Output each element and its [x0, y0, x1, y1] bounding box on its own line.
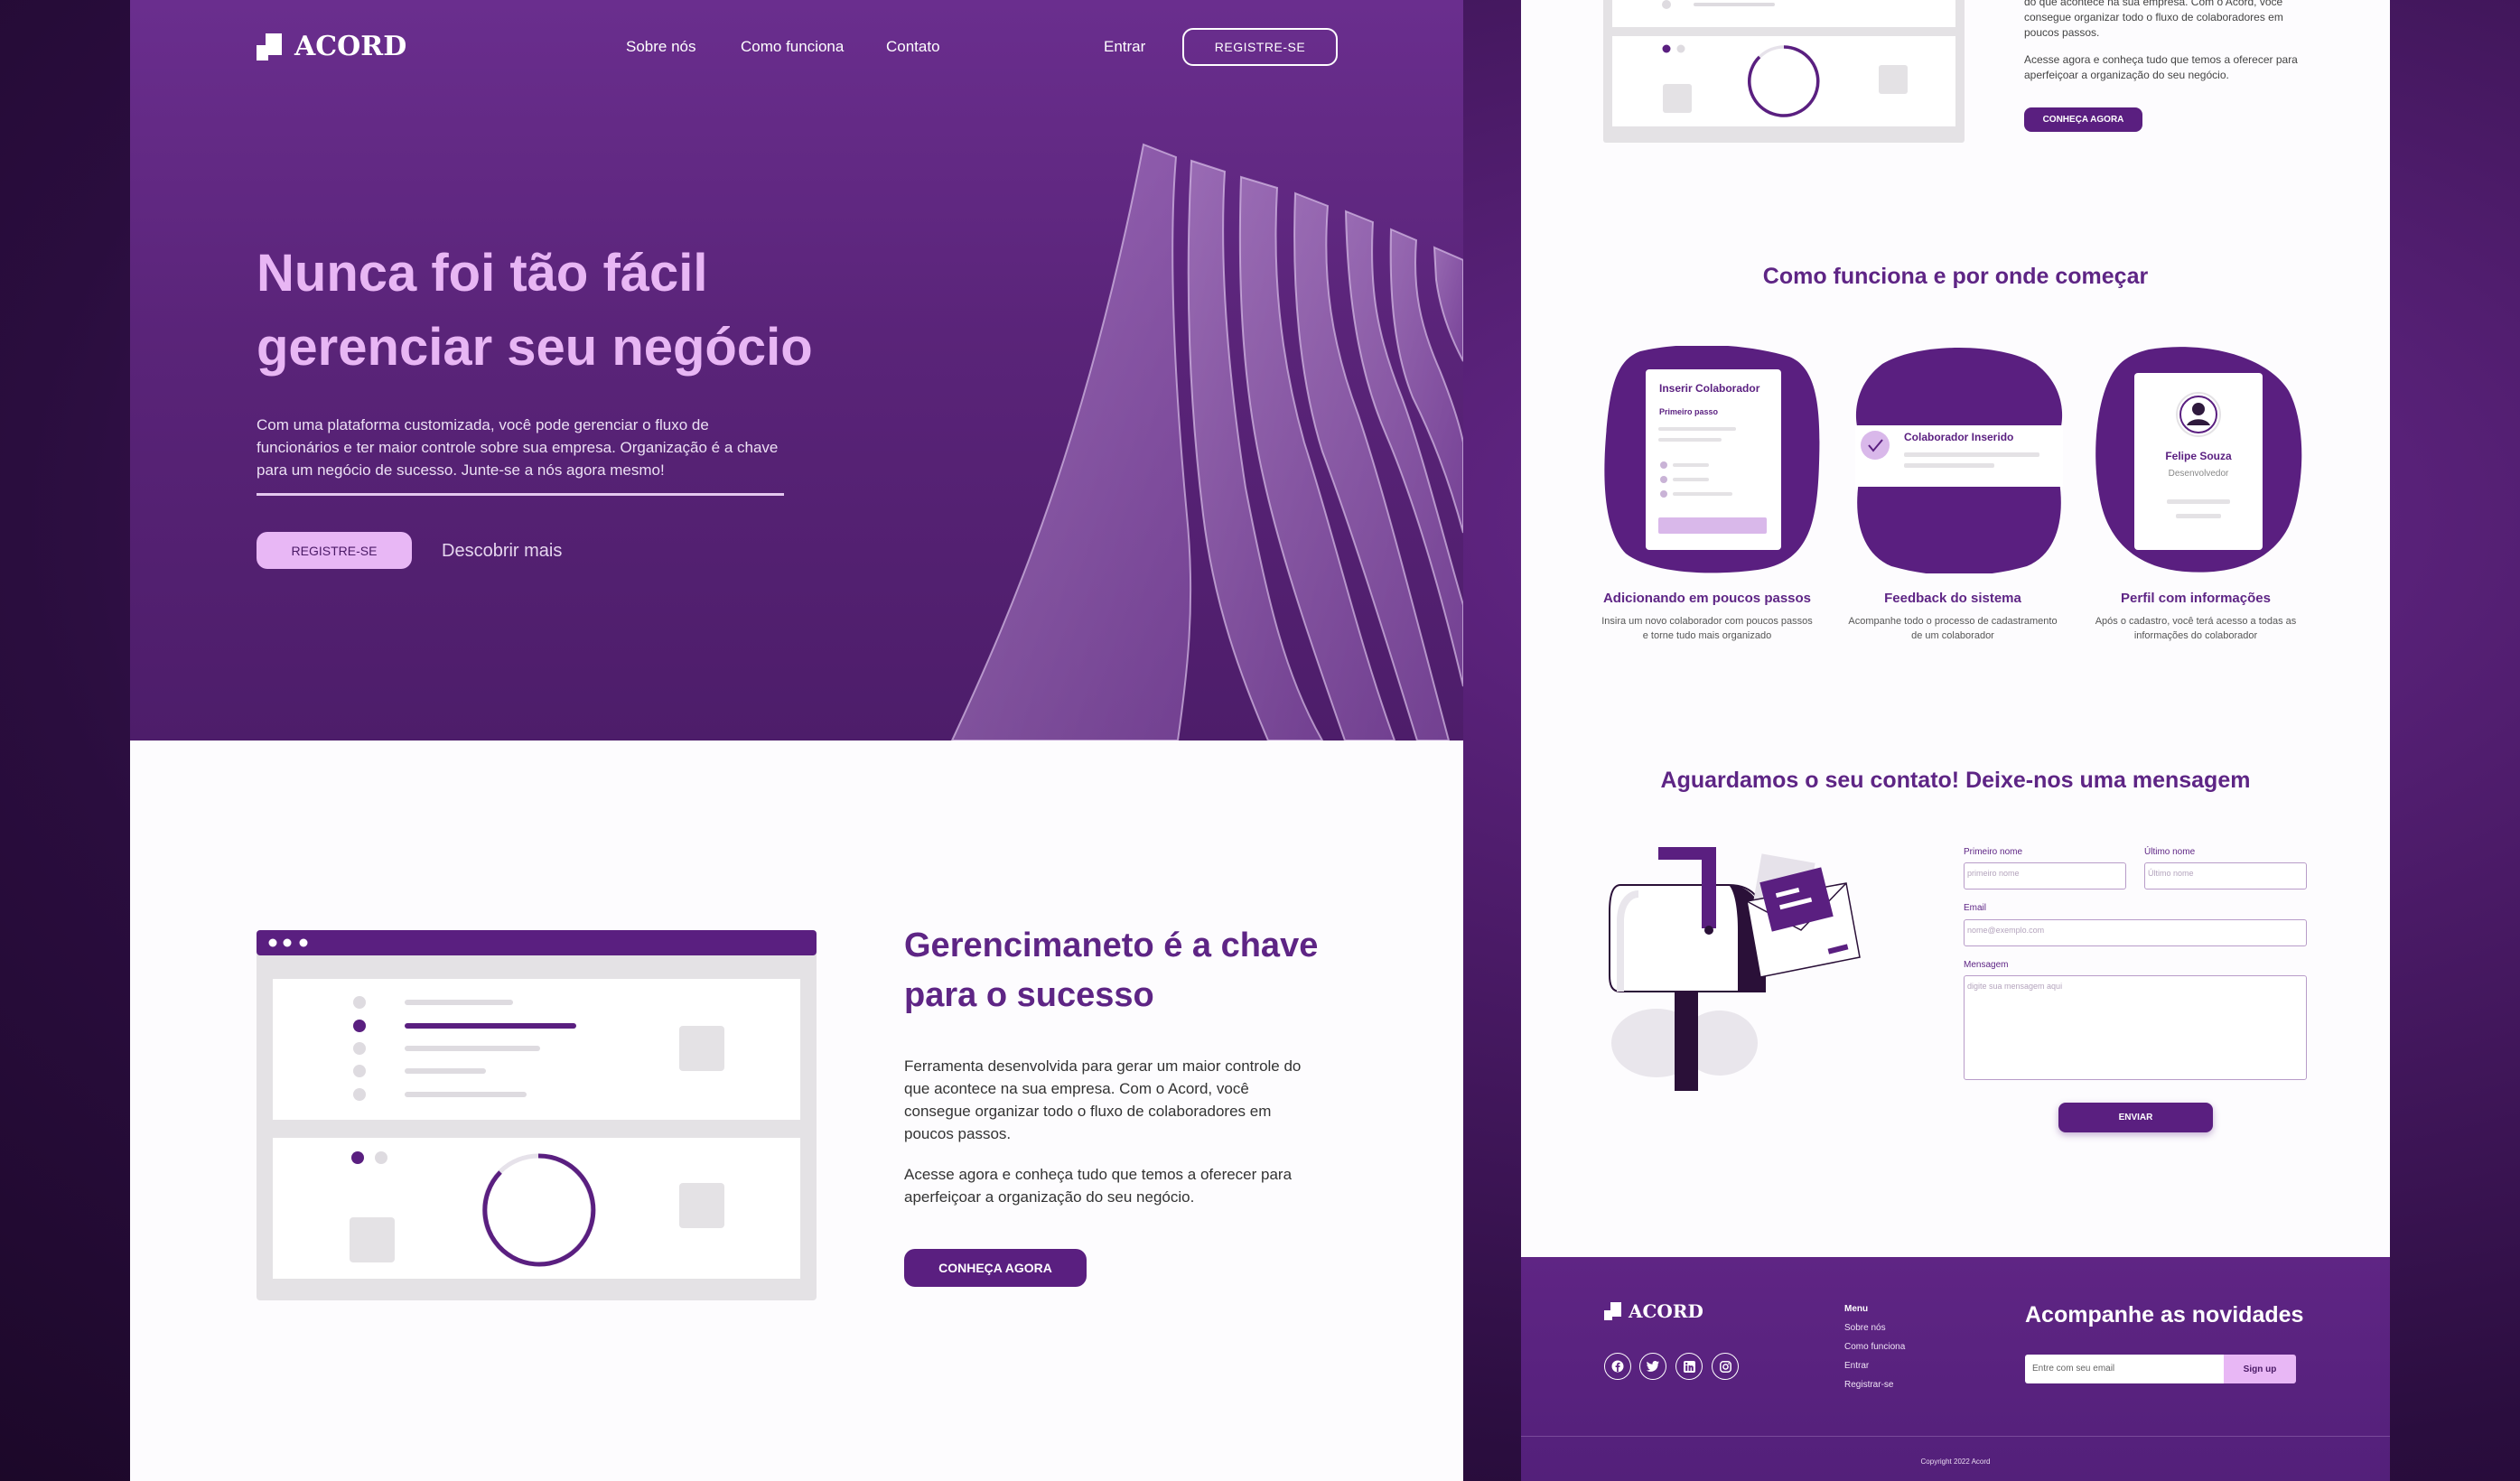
newsletter-email-input[interactable]: Entre com seu email: [2025, 1355, 2224, 1383]
dashboard-mockup-illustration: [257, 930, 817, 1300]
footer-link-how-it-works[interactable]: Como funciona: [1844, 1342, 1905, 1352]
hero-description: Com uma plataforma customizada, você pod…: [257, 416, 779, 479]
message-textarea[interactable]: digite sua mensagem aqui: [1964, 975, 2307, 1080]
card-title: Perfil com informações: [2121, 591, 2271, 606]
newsletter-title: Acompanhe as novidades: [2025, 1302, 2304, 1327]
hero-divider: [257, 493, 784, 496]
profile-name: Felipe Souza: [2165, 450, 2232, 462]
footer-divider: [1521, 1436, 2390, 1437]
hero-register-button[interactable]: REGISTRE-SE: [257, 532, 412, 569]
register-button[interactable]: REGISTRE-SE: [1182, 28, 1338, 66]
twitter-icon[interactable]: [1639, 1353, 1666, 1380]
management-section: Gerencimaneto é a chave para o sucesso F…: [130, 740, 1463, 1481]
landing-page-desktop: ACORD Sobre nós Como funciona Contato En…: [130, 0, 1463, 1481]
management-title: Gerencimaneto é a chave para o sucesso: [904, 927, 1319, 1014]
facebook-icon[interactable]: [1604, 1353, 1631, 1380]
brand-name: ACORD: [294, 31, 407, 62]
management-paragraph-2-small: Acesse agora e conheça tudo que temos a …: [2024, 53, 2298, 81]
card-ui-title: Inserir Colaborador: [1659, 382, 1760, 395]
discover-more-link[interactable]: Descobrir mais: [442, 541, 562, 562]
footer: ACORD Menu Sobre nós Como funciona Entra…: [1521, 1257, 2390, 1481]
footer-link-register[interactable]: Registrar-se: [1844, 1380, 1893, 1390]
last-name-input[interactable]: Último nome: [2144, 862, 2307, 890]
management-paragraph-2: Acesse agora e conheça tudo que temos a …: [904, 1166, 1293, 1206]
feature-card-add: Inserir Colaborador Primeiro passo Adici…: [1601, 344, 1823, 641]
dashboard-mockup-small-illustration: [1603, 0, 1965, 143]
nav-link-contact[interactable]: Contato: [886, 38, 940, 56]
add-collaborator-illustration: [1604, 344, 1820, 573]
login-link[interactable]: Entrar: [1104, 38, 1145, 56]
footer-link-about[interactable]: Sobre nós: [1844, 1323, 1886, 1333]
contact-title: Aguardamos o seu contato! Deixe-nos uma …: [1660, 768, 2251, 793]
send-button[interactable]: ENVIAR: [2058, 1103, 2213, 1132]
feature-card-feedback: Colaborador Inserido Feedback do sistema…: [1846, 346, 2072, 641]
nav-link-about[interactable]: Sobre nós: [626, 38, 696, 56]
card-description: Após o cadastro, você terá acesso a toda…: [2095, 616, 2297, 641]
feedback-illustration: [1846, 348, 2072, 576]
learn-more-button[interactable]: CONHEÇA AGORA: [904, 1249, 1087, 1287]
profile-role: Desenvolvedor: [2168, 469, 2229, 479]
card-title: Adicionando em poucos passos: [1602, 591, 1812, 606]
logo-mark-icon: [1604, 1302, 1621, 1320]
management-paragraph-1: Ferramenta desenvolvida para gerar um ma…: [904, 1057, 1302, 1142]
newsletter-signup-button[interactable]: Sign up: [2224, 1355, 2296, 1383]
card-ui-subtitle: Primeiro passo: [1659, 407, 1719, 416]
message-label: Mensagem: [1964, 960, 2009, 970]
management-paragraph-continued: do que acontece na sua empresa. Com o Ac…: [2024, 0, 2283, 39]
hero-section: ACORD Sobre nós Como funciona Contato En…: [130, 0, 1463, 740]
hero-title: Nunca foi tão fácil gerenciar seu negóci…: [257, 244, 813, 377]
how-it-works-title: Como funciona e por onde começar: [1762, 264, 2149, 289]
brand-logo[interactable]: ACORD: [257, 31, 406, 62]
brand-name: ACORD: [1629, 1300, 1703, 1322]
landing-page-continuation: do que acontece na sua empresa. Com o Ac…: [1521, 0, 2390, 1481]
footer-link-login[interactable]: Entrar: [1844, 1361, 1869, 1371]
email-label: Email: [1964, 903, 1987, 913]
footer-logo[interactable]: ACORD: [1604, 1300, 1703, 1322]
first-name-input[interactable]: primeiro nome: [1964, 862, 2126, 890]
mailbox-illustration: [1609, 847, 1861, 1091]
card-description: Acompanhe todo o processo de cadastramen…: [1848, 616, 2058, 641]
card-ui-title: Colaborador Inserido: [1904, 431, 2014, 443]
logo-mark-icon: [257, 33, 282, 61]
copyright-text: Copyright 2022 Acord: [1920, 1458, 1991, 1466]
nav-link-how-it-works[interactable]: Como funciona: [741, 38, 844, 56]
first-name-label: Primeiro nome: [1964, 847, 2023, 857]
card-title: Feedback do sistema: [1884, 591, 2021, 606]
last-name-label: Último nome: [2144, 847, 2196, 857]
footer-menu-title: Menu: [1844, 1304, 1869, 1314]
email-input[interactable]: nome@exemplo.com: [1964, 919, 2307, 946]
linkedin-icon[interactable]: [1675, 1353, 1703, 1380]
feature-card-profile: Felipe Souza Desenvolvedor Perfil com in…: [2095, 346, 2302, 641]
learn-more-button-small[interactable]: CONHEÇA AGORA: [2024, 107, 2142, 132]
instagram-icon[interactable]: [1712, 1353, 1739, 1380]
card-description: Insira um novo colaborador com poucos pa…: [1601, 616, 1813, 641]
abstract-wave-illustration: [950, 143, 1463, 740]
